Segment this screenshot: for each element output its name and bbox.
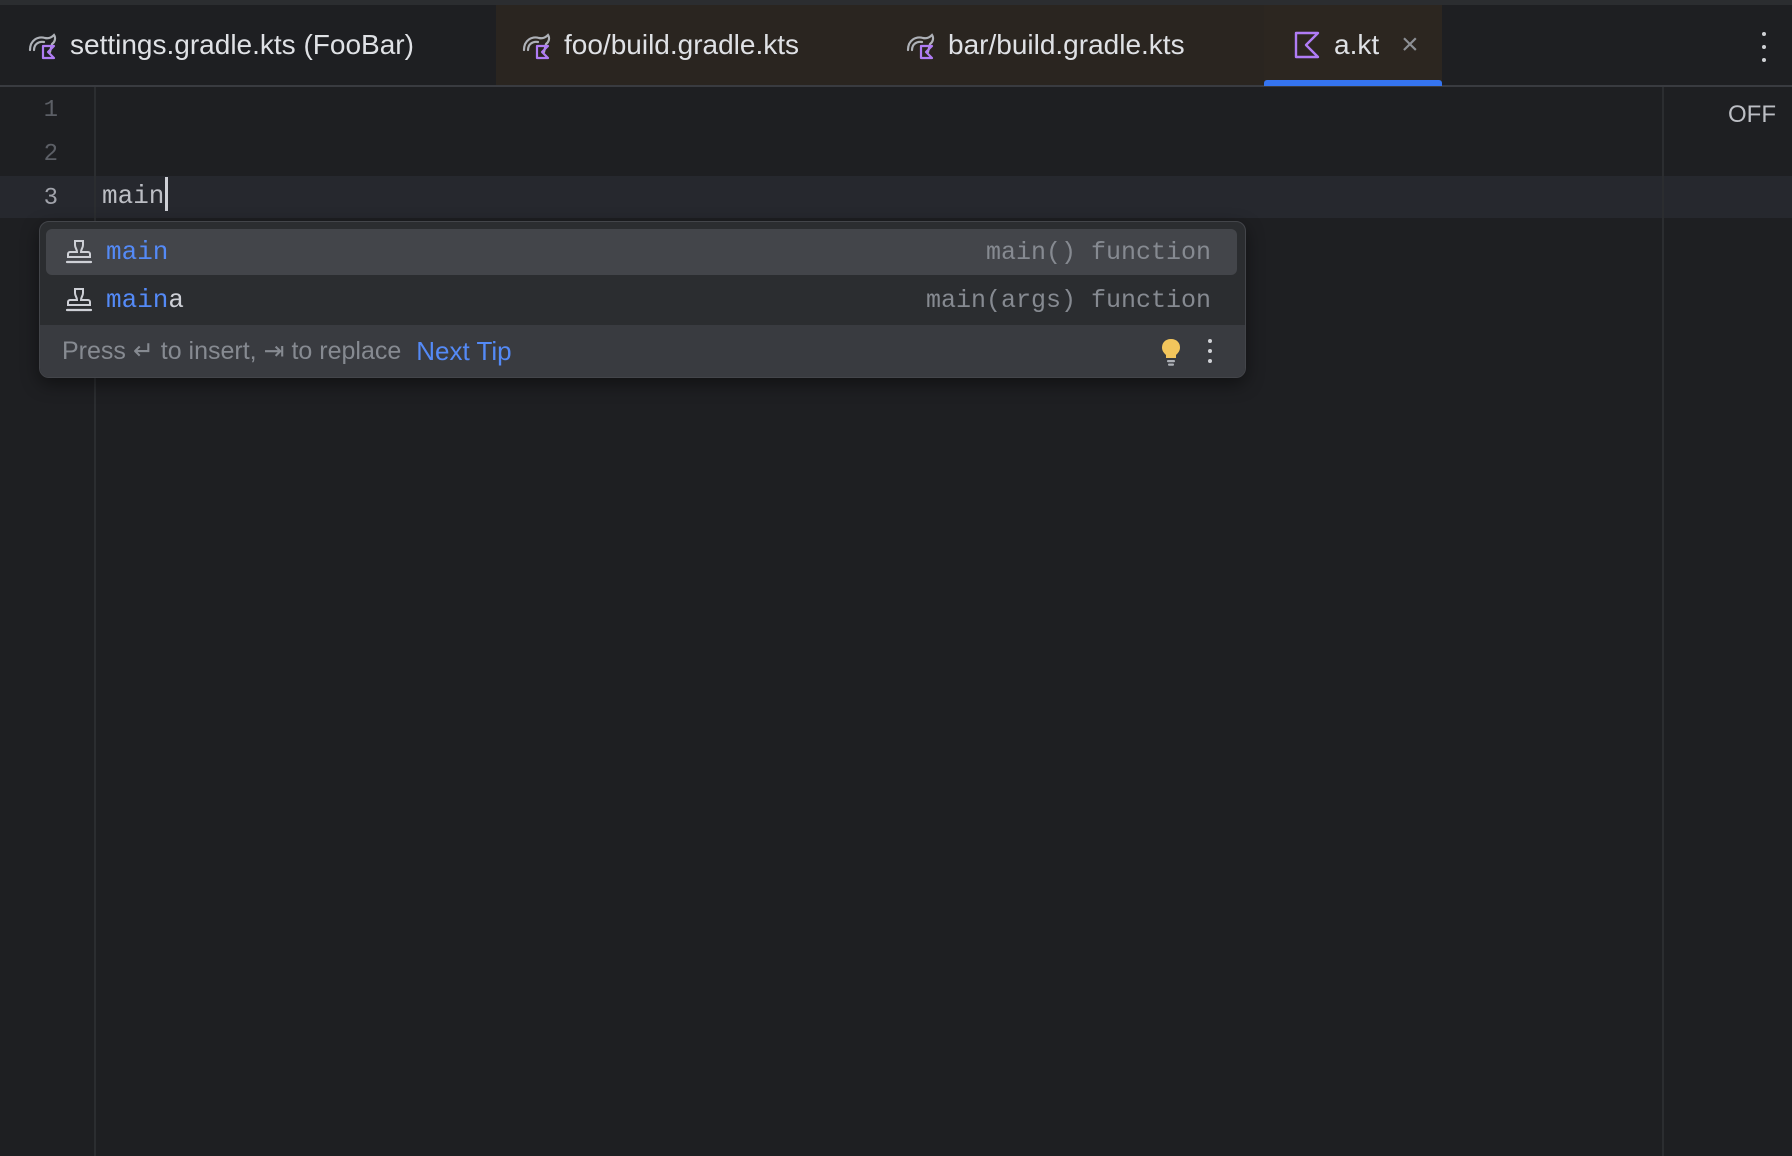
close-icon[interactable]: × xyxy=(1401,30,1419,60)
gradle-kotlin-icon xyxy=(520,28,554,62)
ide-window: settings.gradle.kts (FooBar) foo/build.g… xyxy=(0,0,1792,1156)
tab-foo-build-gradle[interactable]: foo/build.gradle.kts xyxy=(496,5,856,85)
lightbulb-icon[interactable] xyxy=(1159,337,1183,367)
next-tip-link[interactable]: Next Tip xyxy=(416,336,511,367)
gradle-kotlin-icon xyxy=(904,28,938,62)
tab-label: foo/build.gradle.kts xyxy=(564,29,800,60)
line-number-current: 3 xyxy=(43,185,58,212)
line-number: 2 xyxy=(43,141,58,168)
right-margin-divider xyxy=(1662,87,1664,1156)
editor-tab-bar: settings.gradle.kts (FooBar) foo/build.g… xyxy=(0,5,1792,87)
completion-item-main[interactable]: main main() function xyxy=(46,229,1237,275)
tab-a-kt[interactable]: a.kt × xyxy=(1264,5,1442,86)
ai-completion-status[interactable]: OFF xyxy=(1728,101,1776,129)
tab-label: settings.gradle.kts (FooBar) xyxy=(70,29,414,60)
popup-more-options-icon[interactable] xyxy=(1207,339,1213,363)
completion-item-type: main(args) function xyxy=(925,285,1211,315)
line-number: 1 xyxy=(43,97,58,124)
function-stamp-icon xyxy=(64,237,94,267)
code-line-3[interactable]: main xyxy=(102,177,169,213)
code-completion-popup: main main() function maina main(args) fu… xyxy=(39,221,1246,378)
text-caret xyxy=(165,177,169,211)
tab-bar-build-gradle[interactable]: bar/build.gradle.kts xyxy=(856,5,1264,85)
kotlin-file-icon xyxy=(1290,28,1324,62)
more-options-icon[interactable] xyxy=(1760,32,1768,62)
completion-footer: Press ↵ to insert, ⇥ to replace Next Tip xyxy=(40,325,1245,377)
gradle-kotlin-icon xyxy=(26,28,60,62)
current-line-highlight xyxy=(0,176,1792,218)
tab-settings-gradle[interactable]: settings.gradle.kts (FooBar) xyxy=(0,5,496,85)
completion-item-maina[interactable]: maina main(args) function xyxy=(46,277,1237,323)
active-tab-indicator xyxy=(1264,80,1442,86)
completion-item-type: main() function xyxy=(985,237,1211,267)
code-text: main xyxy=(102,180,165,211)
completion-hint-text: Press ↵ to insert, ⇥ to replace xyxy=(62,337,402,365)
tab-label: bar/build.gradle.kts xyxy=(948,29,1185,60)
completion-item-label: main xyxy=(106,237,169,267)
function-stamp-icon xyxy=(64,285,94,315)
tab-label: a.kt xyxy=(1334,29,1380,60)
completion-item-label: maina xyxy=(106,285,185,315)
